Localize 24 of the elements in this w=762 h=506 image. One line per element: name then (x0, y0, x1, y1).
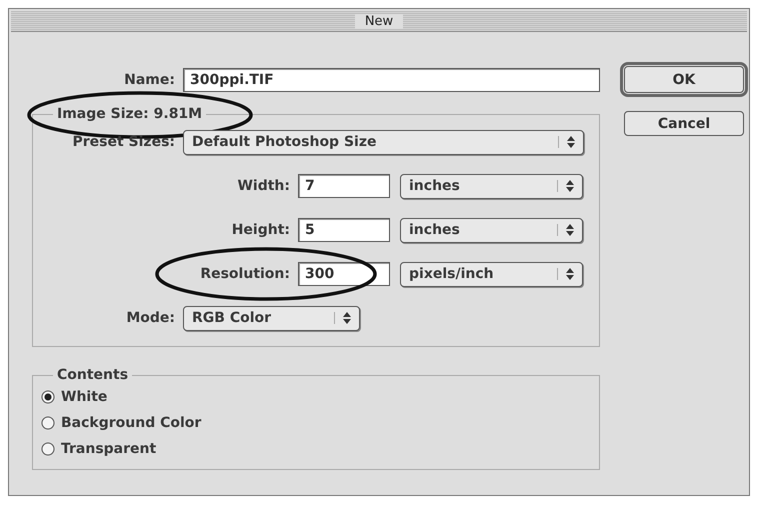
radio-option[interactable]: Transparent (41, 441, 591, 457)
field-label: Resolution: (199, 266, 290, 282)
unit-select[interactable]: inches (400, 218, 583, 242)
field-label: Mode: (125, 310, 175, 326)
preset-select[interactable]: Default Photoshop Size (183, 130, 584, 154)
field-label: Height: (230, 222, 290, 238)
name-field[interactable]: 300ppi.TIF (183, 68, 600, 92)
unit-select[interactable]: inches (400, 174, 583, 198)
number-field[interactable]: 7 (298, 174, 390, 198)
radio-button[interactable] (41, 442, 55, 456)
radio-option[interactable]: Background Color (41, 415, 591, 431)
field-label: Name: (123, 72, 175, 88)
mode-select[interactable]: RGB Color (183, 306, 360, 330)
group-label: Contents (57, 367, 128, 383)
window-title: New (354, 14, 404, 28)
cancel-button[interactable]: Cancel (624, 111, 744, 136)
number-field[interactable]: 300 (298, 262, 390, 286)
radio-option[interactable]: White (41, 389, 591, 405)
group-label: Image Size: 9.81M (57, 106, 202, 122)
unit-select[interactable]: pixels/inch (400, 262, 583, 286)
field-label: Width: (236, 178, 290, 194)
radio-button[interactable] (41, 390, 55, 404)
radio-button[interactable] (41, 416, 55, 430)
number-field[interactable]: 5 (298, 218, 390, 242)
